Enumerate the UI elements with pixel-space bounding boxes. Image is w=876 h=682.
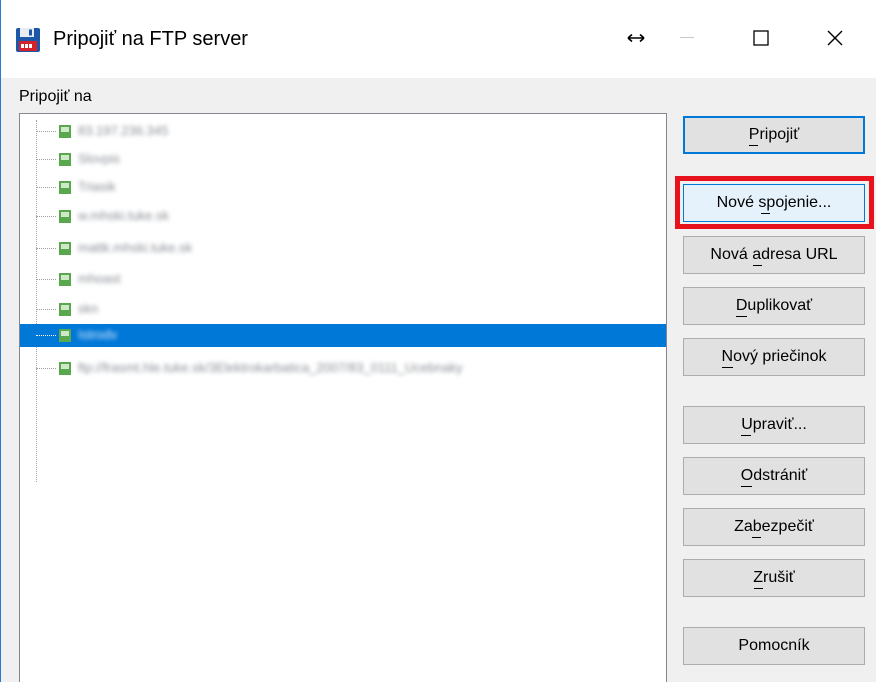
tree-item-selected[interactable]: Istrodv — [20, 324, 666, 347]
help-button[interactable]: Pomocník — [683, 627, 865, 665]
connect-button[interactable]: Pripojiť — [683, 116, 865, 154]
minimize-icon — [680, 37, 694, 38]
tree-item[interactable]: Triasik — [20, 176, 660, 199]
server-node-icon — [59, 273, 71, 286]
window-title: Pripojiť na FTP server — [53, 28, 248, 50]
close-icon — [827, 30, 843, 46]
remove-button-label: Odstrániť — [740, 467, 808, 484]
secure-button-label: Zabezpečiť — [734, 518, 814, 535]
edit-button[interactable]: Upraviť... — [683, 406, 865, 444]
connect-to-label: Pripojiť na — [19, 88, 92, 105]
edit-button-label: Upraviť... — [741, 416, 807, 433]
cancel-button[interactable]: Zrušiť — [683, 559, 865, 597]
tree-item[interactable]: skn — [20, 298, 660, 321]
help-button-label: Pomocník — [738, 637, 810, 654]
server-node-icon — [59, 153, 71, 166]
server-node-icon — [59, 210, 71, 223]
tree-item[interactable]: mattk.mhski.tuke.sk — [20, 237, 660, 260]
remove-button[interactable]: Odstrániť — [683, 457, 865, 495]
tree-item-label: w.mhski.tuke.sk — [78, 208, 170, 223]
title-bar[interactable]: Pripojiť na FTP server — [1, 0, 876, 78]
server-node-icon — [59, 181, 71, 194]
maximize-icon — [753, 30, 769, 46]
close-button[interactable] — [809, 14, 861, 62]
ftp-connect-dialog: Pripojiť na FTP server Pripojiť na 83.19… — [0, 0, 876, 682]
new-connection-button[interactable]: Nové spojenie... — [683, 184, 865, 222]
new-connection-button-label: Nové spojenie... — [716, 194, 832, 211]
server-node-icon — [59, 125, 71, 138]
tree-item-label: skn — [78, 301, 99, 316]
cancel-button-label: Zrušiť — [753, 569, 795, 586]
tree-item[interactable]: 83.197.236.345 — [20, 120, 660, 143]
resize-icon[interactable] — [621, 14, 651, 62]
tree-item[interactable]: w.mhski.tuke.sk — [20, 205, 660, 228]
new-folder-button-label: Nový priečinok — [721, 348, 827, 365]
floppy-disk-icon — [16, 28, 40, 52]
minimize-button[interactable] — [661, 14, 713, 62]
maximize-button[interactable] — [735, 14, 787, 62]
server-node-icon — [59, 329, 71, 342]
tree-item[interactable]: ftp://frasmt.hle.tuke.sk/3Elektrokarbati… — [20, 357, 660, 380]
tree-item-label: Triasik — [78, 179, 116, 194]
tree-item-label: mattk.mhski.tuke.sk — [78, 240, 193, 255]
tree-item-label: Istrodv — [78, 327, 118, 342]
duplicate-button-label: Duplikovať — [735, 297, 813, 314]
new-folder-button[interactable]: Nový priečinok — [683, 338, 865, 376]
tree-item[interactable]: Slovpis — [20, 148, 660, 171]
tree-item-label: 83.197.236.345 — [78, 123, 169, 138]
duplicate-button[interactable]: Duplikovať — [683, 287, 865, 325]
server-tree[interactable]: 83.197.236.345 Slovpis Triasik w.mhski.t… — [19, 113, 667, 682]
server-node-icon — [59, 362, 71, 375]
server-node-icon — [59, 303, 71, 316]
tree-item-label: Slovpis — [78, 151, 120, 166]
new-url-button[interactable]: Nová adresa URL — [683, 236, 865, 274]
server-node-icon — [59, 242, 71, 255]
tree-item-label: mhoast — [78, 271, 121, 286]
connect-button-label: Pripojiť — [748, 126, 800, 143]
new-url-button-label: Nová adresa URL — [710, 246, 838, 263]
tree-item[interactable]: mhoast — [20, 268, 660, 291]
tree-item-label: ftp://frasmt.hle.tuke.sk/3Elektrokarbati… — [78, 360, 463, 375]
secure-button[interactable]: Zabezpečiť — [683, 508, 865, 546]
